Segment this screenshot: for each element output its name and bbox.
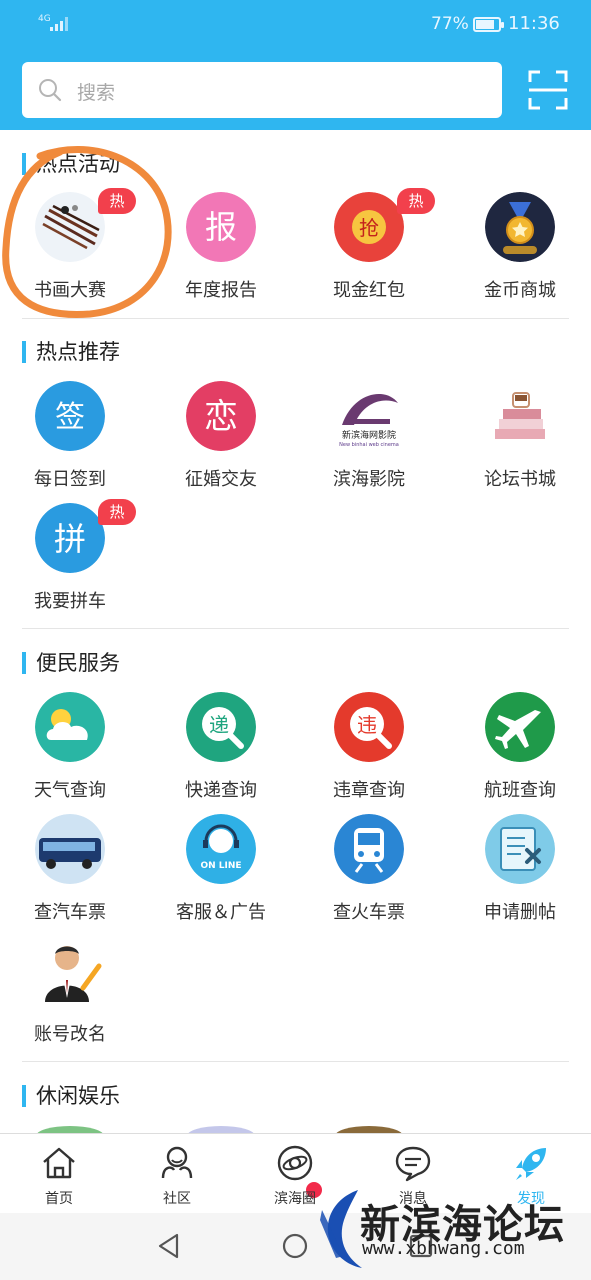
signal-icon xyxy=(50,17,68,31)
tile-rename-account[interactable]: 账号改名 xyxy=(10,936,130,1056)
weather-icon xyxy=(35,692,105,762)
section-title-leisure: 休闲娱乐 xyxy=(22,1083,120,1109)
tile-label: 每日签到 xyxy=(34,469,106,490)
tile-carpool[interactable]: 拼 热 我要拼车 xyxy=(10,499,136,623)
delete-post-icon xyxy=(485,814,555,884)
carpool-icon: 拼 xyxy=(35,503,105,573)
tile-bus-ticket[interactable]: 查汽车票 xyxy=(10,814,130,934)
network-type: 4G xyxy=(38,14,51,24)
red-envelope-icon: 抢 xyxy=(334,192,404,262)
divider xyxy=(22,318,569,319)
tile-weather[interactable]: 天气查询 xyxy=(10,692,130,812)
home-icon xyxy=(43,1147,75,1179)
tile-label: 天气查询 xyxy=(34,780,106,801)
tile-label: 论坛书城 xyxy=(484,469,556,490)
bus-icon xyxy=(35,814,105,884)
violation-icon: 违 xyxy=(334,692,404,762)
nav-label: 社区 xyxy=(163,1191,191,1207)
books-icon xyxy=(485,381,555,451)
tile-label: 客服＆广告 xyxy=(176,902,266,923)
tile-forum-bookstore[interactable]: 论坛书城 xyxy=(460,381,580,501)
watermark-logo-icon xyxy=(320,1190,362,1268)
tile-label: 现金红包 xyxy=(333,280,405,301)
watermark: 新滨海论坛 www.xbhwang.com xyxy=(318,1180,591,1280)
svg-text:ON LINE: ON LINE xyxy=(200,861,241,871)
tile-label: 征婚交友 xyxy=(185,469,257,490)
nav-community[interactable]: 社区 xyxy=(118,1134,236,1214)
rename-account-icon xyxy=(35,936,105,1006)
tile-traffic-violation[interactable]: 违 违章查询 xyxy=(309,692,429,812)
tile-annual-report[interactable]: 报 年度报告 xyxy=(161,192,281,312)
section-title-convenience-services: 便民服务 xyxy=(22,650,120,676)
tile-customer-service[interactable]: ON LINE 客服＆广告 xyxy=(161,814,281,934)
tile-dating[interactable]: 恋 征婚交友 xyxy=(161,381,281,501)
back-icon[interactable] xyxy=(155,1232,183,1260)
watermark-url: www.xbhwang.com xyxy=(362,1238,525,1259)
hot-badge: 热 xyxy=(397,188,435,214)
planet-icon xyxy=(277,1145,313,1181)
svg-text:签: 签 xyxy=(55,400,85,435)
svg-text:违: 违 xyxy=(357,713,377,737)
tile-label: 滨海影院 xyxy=(333,469,405,490)
tile-label: 快递查询 xyxy=(185,780,257,801)
rocket-icon xyxy=(516,1148,546,1180)
orange-annotation-circle xyxy=(2,146,172,318)
dating-icon: 恋 xyxy=(186,381,256,451)
tile-label: 查汽车票 xyxy=(34,902,106,923)
battery-percentage: 77% xyxy=(431,14,469,34)
search-placeholder: 搜索 xyxy=(77,82,116,104)
tile-label: 账号改名 xyxy=(34,1024,106,1045)
svg-text:拼: 拼 xyxy=(54,520,86,558)
airplane-icon xyxy=(485,692,555,762)
tile-binhai-cinema[interactable]: 新滨海网影院 New binhai web cinema 滨海影院 xyxy=(309,381,429,501)
svg-text:新滨海网影院: 新滨海网影院 xyxy=(342,429,396,441)
section-title-hot-recommend: 热点推荐 xyxy=(22,339,120,365)
home-button-icon[interactable] xyxy=(281,1232,309,1260)
tile-gold-coin-mall[interactable]: 金币商城 xyxy=(460,192,580,312)
clock: 11:36 xyxy=(508,13,560,34)
svg-text:递: 递 xyxy=(209,713,229,737)
cinema-logo-icon: 新滨海网影院 New binhai web cinema xyxy=(334,381,404,451)
svg-text:New binhai web cinema: New binhai web cinema xyxy=(339,442,399,448)
app-header: 4G 77% 11:36 搜索 xyxy=(0,0,591,130)
nav-label: 首页 xyxy=(45,1191,73,1207)
divider xyxy=(22,628,569,629)
train-icon xyxy=(334,814,404,884)
status-bar: 4G 77% 11:36 xyxy=(0,0,591,50)
tile-label: 违章查询 xyxy=(333,780,405,801)
tile-label: 金币商城 xyxy=(484,280,556,301)
community-icon xyxy=(161,1146,193,1179)
svg-text:抢: 抢 xyxy=(359,216,379,240)
hot-badge: 热 xyxy=(98,499,136,525)
search-icon xyxy=(39,79,62,102)
express-icon: 递 xyxy=(186,692,256,762)
tile-label: 航班查询 xyxy=(484,780,556,801)
divider xyxy=(22,1061,569,1062)
tile-train-ticket[interactable]: 查火车票 xyxy=(309,814,429,934)
report-icon: 报 xyxy=(186,192,256,262)
svg-text:恋: 恋 xyxy=(204,397,238,437)
svg-text:报: 报 xyxy=(205,208,237,246)
tile-express[interactable]: 递 快递查询 xyxy=(161,692,281,812)
search-input[interactable]: 搜索 xyxy=(22,62,502,118)
scan-icon[interactable] xyxy=(526,68,570,112)
gold-medal-icon xyxy=(485,192,555,262)
checkin-icon: 签 xyxy=(35,381,105,451)
tile-flight[interactable]: 航班查询 xyxy=(460,692,580,812)
tile-label: 申请删帖 xyxy=(484,902,556,923)
customer-service-icon: ON LINE xyxy=(186,814,256,884)
tile-daily-checkin[interactable]: 签 每日签到 xyxy=(10,381,130,501)
battery-icon xyxy=(473,17,504,32)
nav-home[interactable]: 首页 xyxy=(0,1134,118,1214)
message-icon xyxy=(395,1146,431,1182)
tile-delete-post[interactable]: 申请删帖 xyxy=(460,814,580,934)
tile-cash-red-envelope[interactable]: 抢 热 现金红包 xyxy=(309,188,435,312)
tile-label: 查火车票 xyxy=(333,902,405,923)
tile-label: 年度报告 xyxy=(185,280,257,301)
tile-label: 我要拼车 xyxy=(34,591,106,612)
